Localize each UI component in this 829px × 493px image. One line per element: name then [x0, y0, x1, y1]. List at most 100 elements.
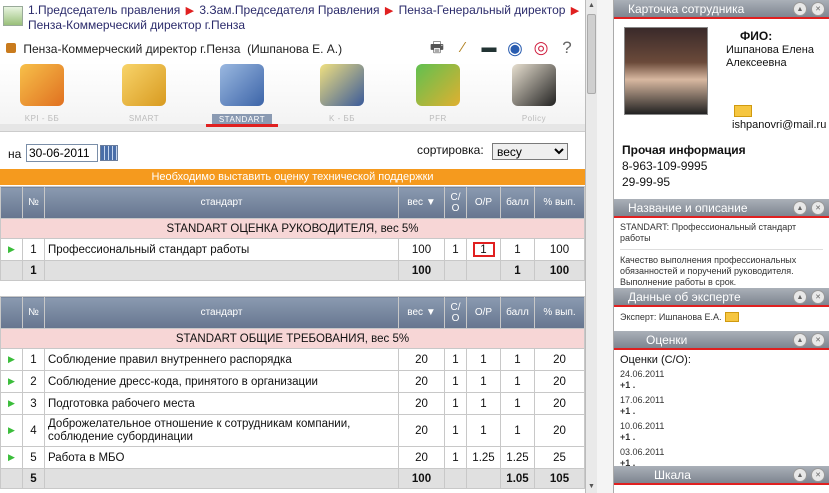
fio-value: Ишпанова Елена Алексеевна	[726, 44, 814, 69]
expert-body: Эксперт: Ишпанова Е.А.	[614, 307, 829, 331]
close-icon[interactable]: ✕	[811, 2, 825, 16]
collapse-icon[interactable]: ▲	[793, 468, 807, 482]
play-icon[interactable]: ▶	[0, 392, 23, 415]
col-play	[0, 186, 23, 219]
col-standard[interactable]: стандарт	[44, 186, 399, 219]
scale-header: Шкала ▲ ✕	[614, 466, 829, 485]
warning-banner[interactable]: Необходимо выставить оценку технической …	[0, 169, 585, 185]
module-kpi[interactable]: KPI - ББ	[12, 62, 72, 126]
card-body: ФИО: Ишпанова Елена Алексеевна ishpanovr…	[614, 19, 829, 175]
k-person-icon	[320, 64, 364, 106]
col-so: С/О	[444, 186, 467, 219]
collapse-icon[interactable]: ▲	[793, 333, 807, 347]
sort-select[interactable]: весу	[492, 143, 568, 160]
row-name: Доброжелательное отношение к сотрудникам…	[44, 414, 399, 447]
table-row[interactable]: ▶ 4 Доброжелательное отношение к сотрудн…	[0, 414, 585, 447]
desc-text: Качество выполнения профессиональных обя…	[620, 255, 797, 287]
phone-office: 29-99-95	[622, 175, 671, 189]
play-icon[interactable]: ▶	[0, 414, 23, 447]
desc-title-text: STANDART: Профессиональный стандарт рабо…	[620, 222, 797, 243]
collapse-icon[interactable]: ▲	[793, 290, 807, 304]
envelope-icon[interactable]	[724, 312, 739, 323]
breadcrumb-item-3[interactable]: Пенза-Генеральный директор	[399, 3, 566, 17]
module-bar: KPI - ББ SMART STANDART K - ББ PFR Polic…	[0, 62, 585, 126]
col-standard[interactable]: стандарт	[44, 296, 399, 329]
close-icon[interactable]: ✕	[811, 290, 825, 304]
main-panel: 1.Председатель правления ▶ 3.Зам.Председ…	[0, 0, 585, 493]
home-icon	[6, 43, 16, 53]
table-row[interactable]: ▶ 1 Соблюдение правил внутреннего распор…	[0, 348, 585, 371]
desc-body: STANDART: Профессиональный стандарт рабо…	[614, 218, 829, 288]
calendar-icon[interactable]	[100, 145, 118, 161]
expert-value: Эксперт: Ишпанова Е.А.	[620, 312, 722, 322]
col-num: №	[22, 296, 45, 329]
app-logo-icon[interactable]	[3, 6, 23, 26]
envelope-icon[interactable]	[734, 105, 752, 117]
module-standart[interactable]: STANDART	[212, 62, 272, 126]
date-label: на	[8, 147, 22, 161]
close-icon[interactable]: ✕	[811, 333, 825, 347]
row-name: Профессиональный стандарт работы	[44, 238, 399, 261]
breadcrumb-item-2[interactable]: 3.Зам.Председателя Правления	[199, 3, 379, 17]
play-icon[interactable]: ▶	[0, 348, 23, 371]
col-weight[interactable]: вес ▼	[398, 296, 445, 329]
sort-label: сортировка:	[417, 143, 484, 157]
toolbar: 🖶 ⁄ ▬ ◉ ◎ ?	[427, 36, 577, 60]
play-icon[interactable]: ▶	[0, 370, 23, 393]
col-pct: % вып.	[534, 186, 585, 219]
row-name: Работа в МБО	[44, 446, 399, 469]
monitor-icon[interactable]: ▬	[479, 39, 499, 57]
breadcrumb-arrow-icon: ▶	[185, 5, 195, 17]
table-row[interactable]: ▶ 5 Работа в МБО 20 1 1.25 1.25 25	[0, 446, 585, 469]
module-pfr[interactable]: PFR	[408, 62, 468, 126]
printer-icon[interactable]: 🖶	[427, 39, 447, 57]
ratings-label: Оценки (С/О):	[620, 354, 691, 366]
col-or: О/Р	[466, 186, 501, 219]
splitter[interactable]	[597, 0, 613, 493]
row-name: Соблюдение правил внутреннего распорядка	[44, 348, 399, 371]
col-weight[interactable]: вес ▼	[398, 186, 445, 219]
play-icon[interactable]: ▶	[0, 446, 23, 469]
breadcrumb: 1.Председатель правления ▶ 3.Зам.Председ…	[0, 0, 585, 38]
col-so: С/О	[444, 296, 467, 329]
total-row: 5 100 1.05 105	[0, 468, 585, 489]
help-icon[interactable]: ?	[557, 39, 577, 57]
play-icon[interactable]: ▶	[0, 238, 23, 261]
module-policy[interactable]: Policy	[504, 62, 564, 126]
table-row[interactable]: ▶ 1 Профессиональный стандарт работы 100…	[0, 238, 585, 261]
breadcrumb-item-1[interactable]: 1.Председатель правления	[28, 3, 180, 17]
table-section2: № стандарт вес ▼ С/О О/Р балл % вып. STA…	[0, 296, 585, 489]
total-row: 1 100 1 100	[0, 260, 585, 281]
row-name: Соблюдение дресс-кода, принятого в орган…	[44, 370, 399, 393]
close-icon[interactable]: ✕	[811, 201, 825, 215]
ratings-body: Оценки (С/О): 24.06.2011 +1 . 17.06.2011…	[614, 350, 829, 468]
or-input[interactable]: 1	[472, 242, 495, 257]
breadcrumb-item-4[interactable]: Пенза-Коммерческий директор г.Пенза	[28, 18, 245, 32]
date-input[interactable]	[26, 144, 98, 162]
email-link[interactable]: ishpanovri@mail.ru	[732, 119, 826, 131]
policy-graduation-icon	[512, 64, 556, 106]
table-row[interactable]: ▶ 2 Соблюдение дресс-кода, принятого в о…	[0, 370, 585, 393]
page-person: (Ишпанова Е. А.)	[247, 42, 343, 56]
eye-icon[interactable]: ◉	[505, 39, 525, 57]
module-underline	[0, 124, 585, 132]
scroll-down-icon[interactable]: ▼	[586, 481, 597, 493]
scrollbar-thumb[interactable]	[587, 14, 596, 94]
table-row[interactable]: ▶ 3 Подготовка рабочего места 20 1 1 1 2…	[0, 392, 585, 415]
module-smart[interactable]: SMART	[114, 62, 174, 126]
target-icon[interactable]: ◎	[531, 39, 551, 57]
col-or: О/Р	[466, 296, 501, 329]
section-title: STANDART ОБЩИЕ ТРЕБОВАНИЯ, вес 5%	[0, 328, 585, 349]
collapse-icon[interactable]: ▲	[793, 201, 807, 215]
desc-header: Название и описание ▲ ✕	[614, 199, 829, 218]
scroll-up-icon[interactable]: ▲	[586, 0, 597, 12]
row-name: Подготовка рабочего места	[44, 392, 399, 415]
standart-goal-icon	[220, 64, 264, 106]
broom-icon[interactable]: ⁄	[453, 39, 473, 57]
collapse-icon[interactable]: ▲	[793, 2, 807, 16]
main-scrollbar[interactable]: ▲ ▼	[585, 0, 597, 493]
close-icon[interactable]: ✕	[811, 468, 825, 482]
module-k[interactable]: K - ББ	[312, 62, 372, 126]
filter-bar: на сортировка: весу	[0, 140, 585, 168]
other-info-title: Прочая информация	[622, 143, 746, 157]
